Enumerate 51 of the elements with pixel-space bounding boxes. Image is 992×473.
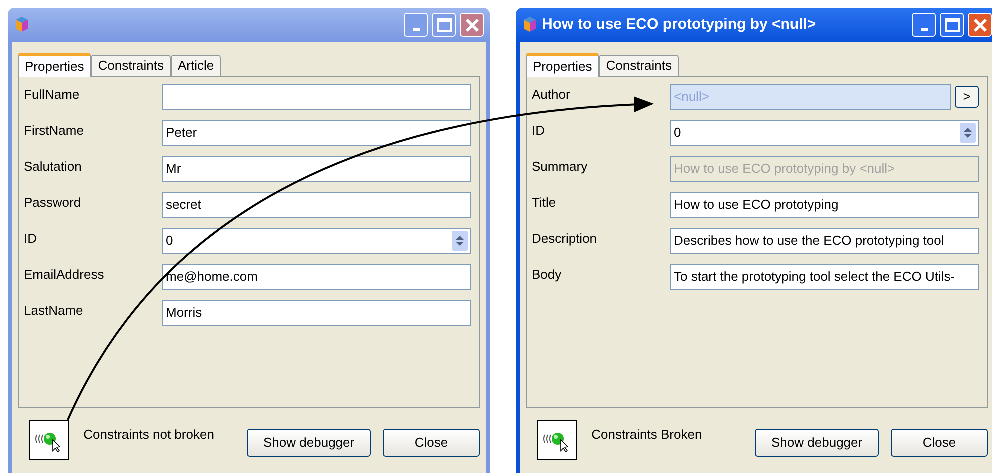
spinner-arrows-icon[interactable] (960, 123, 976, 143)
maximize-button[interactable] (432, 13, 456, 37)
field-label: Summary (532, 158, 589, 176)
field-label: Password (24, 194, 82, 212)
tab[interactable]: Properties (526, 53, 600, 77)
text-field[interactable]: Peter (162, 120, 471, 146)
text-field[interactable]: Mr (162, 156, 471, 182)
status-text: Constraints Broken (592, 426, 704, 444)
text-field[interactable]: To start the prototyping tool select the ECO Utils- (670, 264, 979, 290)
text-field[interactable]: me@home.com (162, 264, 471, 290)
field-label: Author (532, 86, 572, 104)
field-label: FullName (24, 86, 81, 104)
number-spinner[interactable]: 0 (162, 228, 471, 254)
status-indicator-icon (537, 420, 577, 460)
tab[interactable]: Constraints (91, 55, 171, 76)
close-button[interactable] (968, 13, 992, 37)
debugger-button[interactable]: Show debugger (755, 429, 879, 457)
maximize-button[interactable] (940, 13, 964, 37)
number-spinner[interactable]: 0 (670, 120, 979, 146)
browse-button[interactable]: > (955, 86, 979, 108)
text-field[interactable]: How to use ECO prototyping (670, 192, 979, 218)
window-title: How to use ECO prototyping by <null> (542, 14, 816, 35)
app-cube-icon (14, 16, 30, 34)
field-label: FirstName (24, 122, 85, 140)
text-field[interactable] (162, 84, 471, 110)
tab[interactable]: Article (171, 55, 222, 76)
field-label: Description (532, 230, 598, 248)
close-dialog-button[interactable]: Close (382, 429, 480, 457)
text-field[interactable]: Describes how to use the ECO prototyping tool (670, 228, 979, 254)
field-label: ID (24, 230, 38, 248)
status-text: Constraints not broken (84, 426, 216, 444)
field-label: Salutation (24, 158, 83, 176)
field-label: LastName (24, 302, 84, 320)
app-cube-icon (522, 16, 538, 34)
close-dialog-button[interactable]: Close (890, 429, 988, 457)
minimize-button[interactable] (404, 13, 428, 37)
status-indicator-icon (29, 420, 69, 460)
minimize-icon (920, 28, 928, 31)
field-label: EmailAddress (24, 266, 106, 284)
field-label: ID (532, 122, 546, 140)
close-button[interactable] (460, 13, 484, 37)
text-field[interactable]: Morris (162, 300, 471, 326)
spinner-arrows-icon[interactable] (452, 231, 468, 251)
minimize-icon (412, 28, 420, 31)
tab[interactable]: Constraints (599, 55, 679, 76)
field-label: Body (532, 266, 563, 284)
minimize-button[interactable] (912, 13, 936, 37)
tab[interactable]: Properties (18, 53, 92, 77)
text-field[interactable]: secret (162, 192, 471, 218)
field-label: Title (532, 194, 558, 212)
debugger-button[interactable]: Show debugger (247, 429, 371, 457)
